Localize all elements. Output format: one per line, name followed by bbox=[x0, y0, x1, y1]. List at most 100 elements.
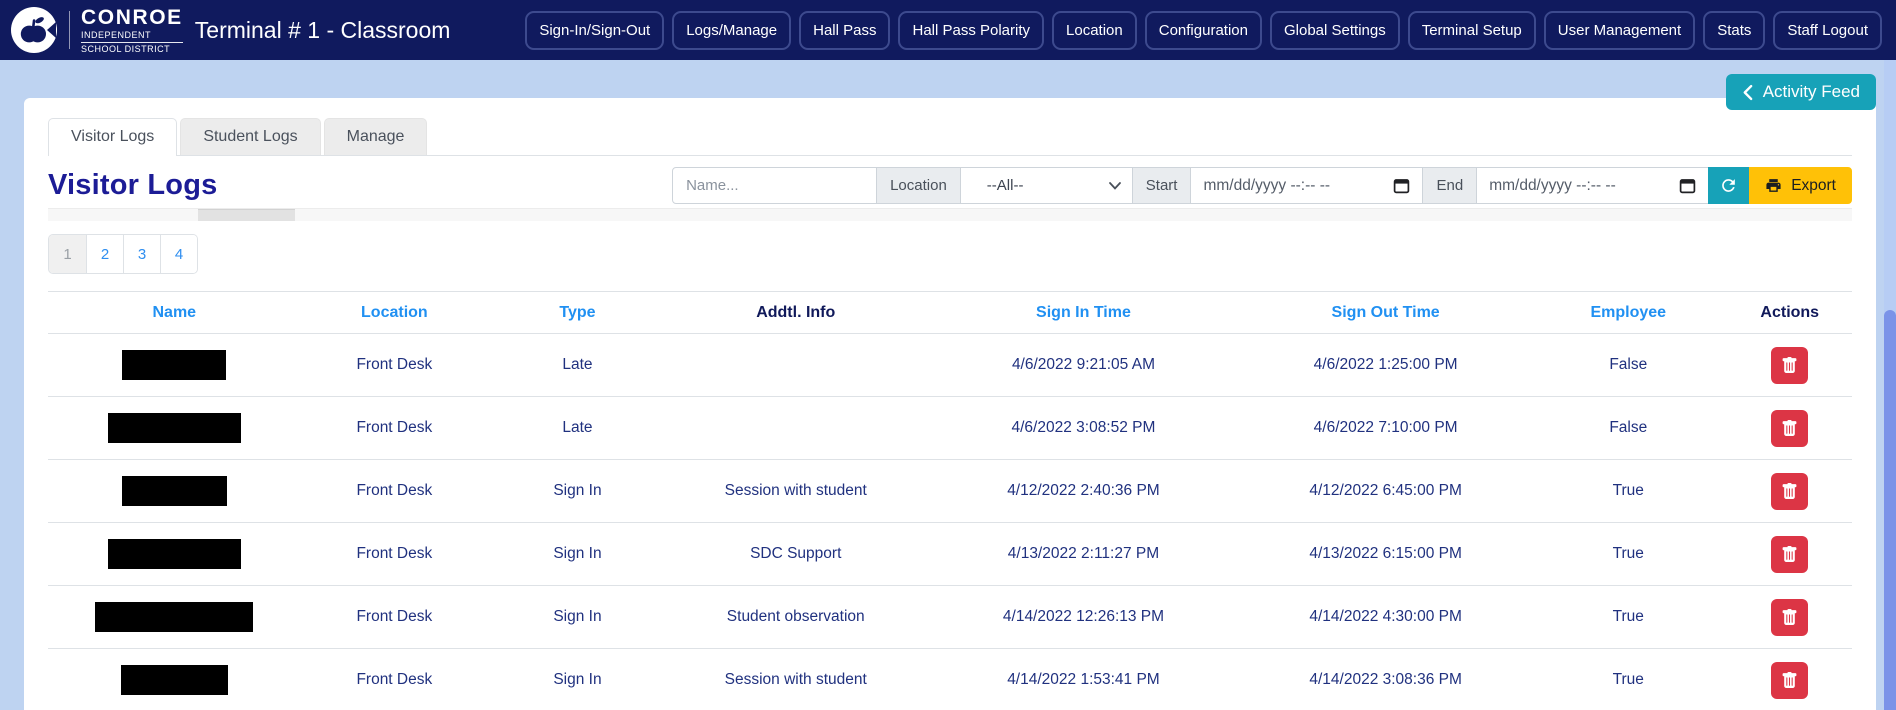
table-row: Front Desk Sign In Session with student … bbox=[48, 649, 1852, 710]
tab-student-logs[interactable]: Student Logs bbox=[180, 118, 320, 155]
table-header-row: NameLocationTypeAddtl. InfoSign In TimeS… bbox=[48, 292, 1852, 334]
main-card: Visitor LogsStudent LogsManage Visitor L… bbox=[24, 98, 1876, 710]
chevron-left-icon bbox=[1742, 84, 1753, 101]
cell-employee: True bbox=[1529, 523, 1727, 586]
page-button-3[interactable]: 3 bbox=[123, 235, 160, 273]
redacted-name bbox=[121, 665, 228, 695]
column-header-employee[interactable]: Employee bbox=[1529, 292, 1727, 334]
nav-button-user-management[interactable]: User Management bbox=[1544, 11, 1695, 50]
nav-button-hall-pass[interactable]: Hall Pass bbox=[799, 11, 890, 50]
brand-text: CONROE INDEPENDENT SCHOOL DISTRICT bbox=[81, 7, 183, 54]
export-label: Export bbox=[1791, 177, 1836, 195]
column-header-location[interactable]: Location bbox=[301, 292, 489, 334]
cell-addtl-info: Session with student bbox=[667, 460, 925, 523]
printer-icon bbox=[1765, 177, 1782, 194]
pagination: 1234 bbox=[48, 234, 198, 274]
delete-button[interactable] bbox=[1771, 347, 1808, 384]
column-header-name[interactable]: Name bbox=[48, 292, 301, 334]
delete-button[interactable] bbox=[1771, 536, 1808, 573]
table-row: Front Desk Sign In Student observation 4… bbox=[48, 586, 1852, 649]
page-button-2[interactable]: 2 bbox=[86, 235, 123, 273]
cell-location: Front Desk bbox=[301, 397, 489, 460]
end-filter-label: End bbox=[1422, 167, 1477, 204]
cell-addtl-info bbox=[667, 397, 925, 460]
table-row: Front Desk Sign In SDC Support 4/13/2022… bbox=[48, 523, 1852, 586]
location-select-value: --All-- bbox=[987, 177, 1024, 194]
cell-sign-in-time: 4/14/2022 12:26:13 PM bbox=[925, 586, 1243, 649]
cell-addtl-info: Session with student bbox=[667, 649, 925, 710]
nav-button-logs-manage[interactable]: Logs/Manage bbox=[672, 11, 791, 50]
calendar-icon[interactable] bbox=[1393, 177, 1410, 194]
page-button-4[interactable]: 4 bbox=[160, 235, 197, 273]
tab-visitor-logs[interactable]: Visitor Logs bbox=[48, 118, 177, 155]
cell-location: Front Desk bbox=[301, 460, 489, 523]
cell-sign-out-time: 4/13/2022 6:15:00 PM bbox=[1242, 523, 1529, 586]
page-button-1[interactable]: 1 bbox=[49, 235, 86, 273]
horizontal-scrollbar-thumb[interactable] bbox=[198, 209, 295, 221]
page-title: Visitor Logs bbox=[48, 169, 217, 202]
nav-button-hall-pass-polarity[interactable]: Hall Pass Polarity bbox=[898, 11, 1044, 50]
cell-sign-out-time: 4/14/2022 4:30:00 PM bbox=[1242, 586, 1529, 649]
location-select[interactable]: --All-- bbox=[960, 167, 1133, 204]
vertical-scrollbar-thumb[interactable] bbox=[1884, 310, 1896, 710]
delete-button[interactable] bbox=[1771, 410, 1808, 447]
end-datetime-input[interactable]: mm/dd/yyyy --:-- -- bbox=[1476, 167, 1709, 204]
delete-button[interactable] bbox=[1771, 599, 1808, 636]
nav-button-staff-logout[interactable]: Staff Logout bbox=[1773, 11, 1882, 50]
cell-location: Front Desk bbox=[301, 334, 489, 397]
redacted-name bbox=[108, 413, 241, 443]
name-filter-input[interactable] bbox=[672, 167, 877, 204]
nav-button-global-settings[interactable]: Global Settings bbox=[1270, 11, 1400, 50]
cell-type: Sign In bbox=[488, 460, 667, 523]
table-row: Front Desk Sign In Session with student … bbox=[48, 460, 1852, 523]
heading-row: Visitor Logs Location --All-- Start mm/d… bbox=[48, 167, 1852, 204]
calendar-icon[interactable] bbox=[1679, 177, 1696, 194]
cell-sign-in-time: 4/14/2022 1:53:41 PM bbox=[925, 649, 1243, 710]
column-header-sign-out-time[interactable]: Sign Out Time bbox=[1242, 292, 1529, 334]
delete-button[interactable] bbox=[1771, 473, 1808, 510]
cell-sign-out-time: 4/14/2022 3:08:36 PM bbox=[1242, 649, 1529, 710]
cell-sign-in-time: 4/6/2022 9:21:05 AM bbox=[925, 334, 1243, 397]
trash-icon bbox=[1781, 609, 1798, 626]
start-datetime-input[interactable]: mm/dd/yyyy --:-- -- bbox=[1190, 167, 1423, 204]
cell-type: Late bbox=[488, 397, 667, 460]
export-button[interactable]: Export bbox=[1749, 167, 1852, 204]
visitor-logs-table: NameLocationTypeAddtl. InfoSign In TimeS… bbox=[48, 291, 1852, 710]
cell-sign-in-time: 4/13/2022 2:11:27 PM bbox=[925, 523, 1243, 586]
cell-type: Late bbox=[488, 334, 667, 397]
cell-addtl-info: SDC Support bbox=[667, 523, 925, 586]
nav-button-sign-in-sign-out[interactable]: Sign-In/Sign-Out bbox=[525, 11, 664, 50]
refresh-button[interactable] bbox=[1708, 167, 1749, 204]
cell-type: Sign In bbox=[488, 649, 667, 710]
nav-button-location[interactable]: Location bbox=[1052, 11, 1137, 50]
start-datetime-placeholder: mm/dd/yyyy --:-- -- bbox=[1203, 177, 1330, 195]
nav-button-stats[interactable]: Stats bbox=[1703, 11, 1765, 50]
nav-button-configuration[interactable]: Configuration bbox=[1145, 11, 1262, 50]
cell-sign-out-time: 4/12/2022 6:45:00 PM bbox=[1242, 460, 1529, 523]
cell-addtl-info: Student observation bbox=[667, 586, 925, 649]
activity-feed-button[interactable]: Activity Feed bbox=[1726, 74, 1876, 110]
redacted-name bbox=[95, 602, 253, 632]
tab-manage[interactable]: Manage bbox=[324, 118, 428, 155]
pagination-wrap: 1234 bbox=[48, 234, 1852, 274]
cell-addtl-info bbox=[667, 334, 925, 397]
column-header-type[interactable]: Type bbox=[488, 292, 667, 334]
column-header-addtl-info: Addtl. Info bbox=[667, 292, 925, 334]
cell-type: Sign In bbox=[488, 586, 667, 649]
brand-subline-1: INDEPENDENT bbox=[81, 31, 183, 43]
column-header-sign-in-time[interactable]: Sign In Time bbox=[925, 292, 1243, 334]
filter-bar: Location --All-- Start mm/dd/yyyy --:-- … bbox=[672, 167, 1852, 204]
vertical-scrollbar[interactable] bbox=[1884, 60, 1896, 710]
chevron-down-icon bbox=[1109, 182, 1121, 190]
activity-feed-label: Activity Feed bbox=[1763, 82, 1860, 102]
horizontal-scrollbar[interactable] bbox=[48, 208, 1852, 221]
table-body: Front Desk Late 4/6/2022 9:21:05 AM 4/6/… bbox=[48, 334, 1852, 710]
redacted-name bbox=[122, 350, 226, 380]
brand-subline-2: SCHOOL DISTRICT bbox=[81, 45, 183, 54]
cell-sign-out-time: 4/6/2022 1:25:00 PM bbox=[1242, 334, 1529, 397]
trash-icon bbox=[1781, 420, 1798, 437]
cell-sign-out-time: 4/6/2022 7:10:00 PM bbox=[1242, 397, 1529, 460]
start-filter-label: Start bbox=[1132, 167, 1192, 204]
nav-button-terminal-setup[interactable]: Terminal Setup bbox=[1408, 11, 1536, 50]
delete-button[interactable] bbox=[1771, 662, 1808, 699]
